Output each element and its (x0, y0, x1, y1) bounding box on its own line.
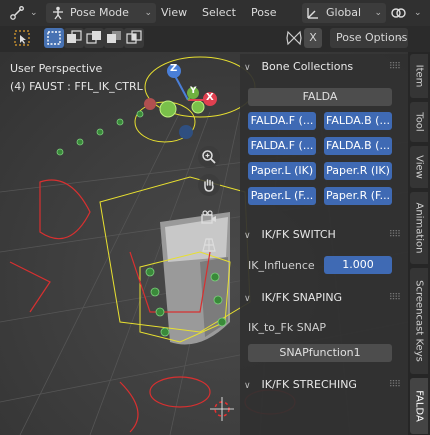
orientation-dropdown[interactable]: Global ⌄ (302, 3, 386, 23)
select-intersect-icon (126, 30, 142, 44)
orientation-label: Global (326, 6, 362, 19)
collection-button-falda-b-2[interactable]: FALDA.B (... (324, 137, 392, 155)
gizmo-z-label: Z (170, 63, 178, 74)
perspective-toggle-button[interactable] (198, 234, 220, 256)
select-difference-icon (107, 31, 121, 43)
menu-select[interactable]: Select (202, 3, 236, 23)
viewport-object-info: (4) FAUST : FFL_IK_CTRL (10, 80, 143, 93)
collection-button-falda-f-2[interactable]: FALDA.F (... (248, 137, 316, 155)
zoom-icon (202, 150, 216, 164)
x-mirror-toggle[interactable]: X (304, 28, 322, 48)
navigation-gizmo[interactable]: Z Y X (160, 60, 226, 146)
ikfk-snaping-header[interactable]: ∨ IK/FK SNAPING ⠿⠿ (244, 287, 404, 309)
falda-button[interactable]: FALDA (248, 88, 392, 106)
tab-screencast-keys[interactable]: Screencast Keys (410, 268, 428, 374)
x-toggle-label: X (309, 31, 317, 44)
tab-screencast-keys-label: Screencast Keys (413, 280, 425, 362)
tool-settings-bar: X Pose Options ⌄ (0, 26, 430, 52)
tab-animation[interactable]: Animation (410, 192, 428, 264)
chevron-down-icon: ∨ (244, 294, 251, 304)
chevron-down-icon: ⌄ (396, 33, 404, 43)
select-new-icon (47, 31, 61, 45)
tab-animation-label: Animation (413, 202, 425, 254)
transform-orientation-icon (307, 8, 318, 19)
collection-button-paper-r-ik[interactable]: Paper.R (IK) (324, 162, 392, 180)
mirror-butterfly-button[interactable] (284, 28, 304, 48)
header-bar: ⌄ Pose Mode ⌄ View Select Pose Global ⌄ … (0, 0, 430, 26)
tab-item-label: Item (413, 64, 425, 88)
butterfly-icon (286, 30, 302, 46)
tab-view[interactable]: View (410, 146, 428, 188)
tab-view-label: View (413, 155, 425, 179)
editor-type-button[interactable]: ⌄ (6, 3, 38, 23)
mode-label: Pose Mode (70, 6, 129, 19)
collection-button-falda-b-1[interactable]: FALDA.B (... (324, 112, 392, 130)
select-extend-icon (67, 30, 82, 43)
collection-button-falda-f-1[interactable]: FALDA.F (... (248, 112, 316, 130)
chevron-down-icon: ⌄ (144, 8, 152, 18)
snap-function-button[interactable]: SNAPfunction1 (248, 344, 392, 362)
drag-grip-icon[interactable]: ⠿⠿ (389, 56, 401, 78)
pan-button[interactable] (198, 174, 220, 196)
tab-falda[interactable]: FALDA (410, 378, 428, 434)
mode-set-button[interactable] (44, 28, 64, 48)
drag-grip-icon[interactable]: ⠿⠿ (389, 287, 401, 309)
camera-view-button[interactable] (198, 206, 220, 228)
collection-button-paper-l-ik[interactable]: Paper.L (IK) (248, 162, 316, 180)
drag-grip-icon[interactable]: ⠿⠿ (389, 374, 401, 396)
mode-subtract-button[interactable] (84, 28, 104, 48)
link-rings-icon (391, 8, 406, 18)
zoom-button[interactable] (198, 146, 220, 168)
chevron-down-icon: ∨ (244, 381, 251, 391)
camera-icon (201, 210, 216, 224)
tab-tool[interactable]: Tool (410, 102, 428, 142)
chevron-down-icon: ⌄ (30, 8, 38, 18)
hand-icon (204, 179, 214, 192)
pose-mode-icon (53, 6, 63, 20)
sidebar-tabs: Item Tool View Animation Screencast Keys… (408, 52, 430, 435)
tab-falda-label: FALDA (413, 390, 425, 422)
tab-tool-label: Tool (413, 112, 425, 132)
select-tool-button[interactable] (12, 28, 32, 48)
ikfk-streching-title: IK/FK STRECHING (261, 378, 357, 391)
chevron-down-icon: ∨ (244, 231, 251, 241)
mode-intersect-button[interactable] (124, 28, 144, 48)
select-subtract-icon (86, 31, 101, 44)
menu-view[interactable]: View (161, 3, 187, 23)
drag-grip-icon[interactable]: ⠿⠿ (389, 224, 401, 246)
pose-options-dropdown[interactable]: Pose Options ⌄ (330, 28, 408, 48)
chevron-down-icon: ⌄ (374, 8, 382, 18)
bone-collections-header[interactable]: ∨ Bone Collections ⠿⠿ (244, 56, 404, 78)
collection-button-paper-r-fk[interactable]: Paper.R (F... (324, 187, 392, 205)
gizmo-x-label: X (206, 92, 214, 103)
sidebar-panel: ∨ Bone Collections ⠿⠿ FALDA FALDA.F (...… (240, 54, 408, 435)
ikfk-switch-header[interactable]: ∨ IK/FK SWITCH ⠿⠿ (244, 224, 404, 246)
gizmo-y-label: Y (190, 86, 197, 96)
pivot-point-button[interactable]: ⌄ (388, 3, 424, 23)
ik-to-fk-snap-label: IK_to_Fk SNAP (248, 321, 327, 334)
viewport-perspective-label: User Perspective (10, 62, 103, 75)
chevron-down-icon: ⌄ (414, 8, 422, 18)
ikfk-switch-title: IK/FK SWITCH (261, 228, 336, 241)
menu-pose[interactable]: Pose (251, 3, 276, 23)
grid-perspective-icon (202, 238, 216, 252)
select-cursor-icon (14, 30, 30, 46)
tab-item[interactable]: Item (410, 54, 428, 98)
armature-icon (10, 6, 24, 20)
collection-button-paper-l-fk[interactable]: Paper.L (F... (248, 187, 316, 205)
mode-dropdown[interactable]: Pose Mode ⌄ (46, 3, 156, 23)
mode-difference-button[interactable] (104, 28, 124, 48)
chevron-down-icon: ∨ (244, 63, 251, 73)
ik-influence-label: IK_Influence (248, 259, 315, 272)
ikfk-streching-header[interactable]: ∨ IK/FK STRECHING ⠿⠿ (244, 374, 404, 396)
ikfk-snaping-title: IK/FK SNAPING (261, 291, 343, 304)
bone-collections-title: Bone Collections (261, 60, 354, 73)
ik-influence-slider[interactable]: 1.000 (324, 256, 392, 274)
mode-extend-button[interactable] (64, 28, 84, 48)
